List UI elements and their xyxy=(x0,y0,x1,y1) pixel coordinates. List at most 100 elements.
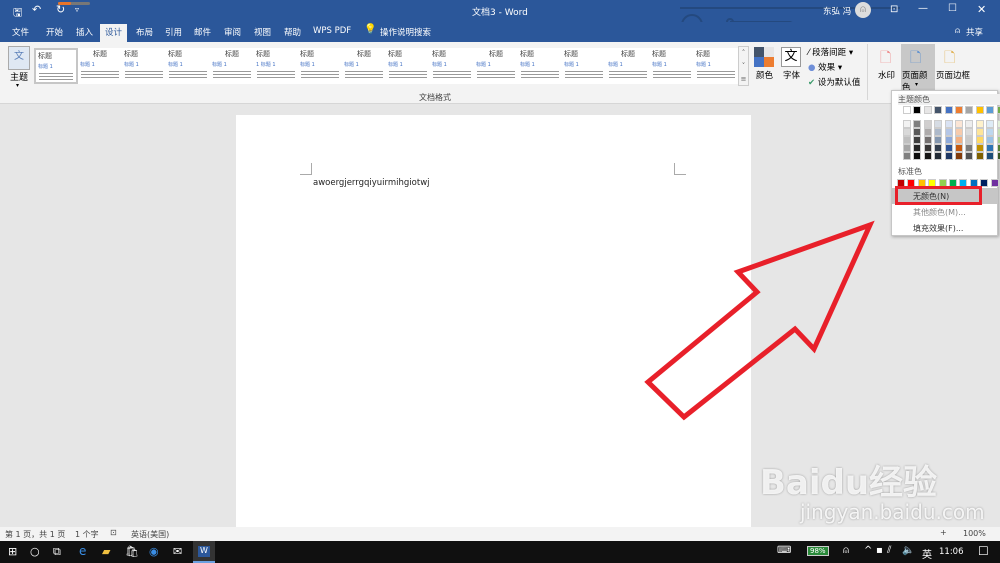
chevron-up-icon[interactable]: ^ xyxy=(864,545,872,556)
theme-shade-swatch[interactable] xyxy=(913,120,922,128)
style-set-thumbnail[interactable]: 标题 标题 1 xyxy=(34,48,78,84)
theme-shade-swatch[interactable] xyxy=(986,136,995,144)
page-color-button[interactable]: 🗋 页面颜色 ▾ xyxy=(901,44,935,93)
theme-shade-swatch[interactable] xyxy=(903,128,911,136)
theme-shade-swatch[interactable] xyxy=(996,128,1000,136)
theme-shade-swatch[interactable] xyxy=(903,120,911,128)
notifications-icon[interactable]: ☐ xyxy=(978,544,989,558)
theme-shade-swatch[interactable] xyxy=(996,152,1000,160)
theme-shade-swatch[interactable] xyxy=(913,152,922,160)
colors-button[interactable]: 颜色 xyxy=(756,69,773,81)
paragraph-spacing-button[interactable]: ⁄ 段落间距 ▾ xyxy=(808,46,853,58)
fill-effects-item[interactable]: 填充效果(F)... xyxy=(892,220,997,236)
theme-shade-swatch[interactable] xyxy=(965,136,974,144)
theme-color-swatch[interactable] xyxy=(996,106,1000,114)
theme-shade-swatch[interactable] xyxy=(934,144,943,152)
theme-shade-swatch[interactable] xyxy=(965,152,974,160)
theme-shade-swatch[interactable] xyxy=(923,144,932,152)
set-default-button[interactable]: ✔ 设为默认值 xyxy=(808,76,860,88)
network-icon[interactable]: ▪ xyxy=(876,545,883,556)
style-set-thumbnail[interactable]: 标题 标题 1 xyxy=(694,48,738,84)
theme-shade-swatch[interactable] xyxy=(903,136,911,144)
theme-shade-swatch[interactable] xyxy=(975,136,984,144)
mail-icon[interactable]: ✉ xyxy=(173,545,182,558)
theme-shade-swatch[interactable] xyxy=(975,144,984,152)
theme-shade-swatch[interactable] xyxy=(913,128,922,136)
theme-shade-swatch[interactable] xyxy=(923,120,932,128)
theme-shade-swatch[interactable] xyxy=(955,152,963,160)
style-set-thumbnail[interactable]: 标题 标题 1 xyxy=(430,48,474,84)
theme-shade-swatch[interactable] xyxy=(975,120,984,128)
style-set-thumbnail[interactable]: 标题 标题 1 xyxy=(210,48,254,84)
fonts-button[interactable]: 字体 xyxy=(783,69,800,81)
tab-mailings[interactable]: 邮件 xyxy=(194,26,211,38)
windows-start-icon[interactable]: ⊞ xyxy=(8,545,17,558)
style-set-thumbnail[interactable]: 标题 标题 1 xyxy=(78,48,122,84)
theme-color-swatch[interactable] xyxy=(986,106,995,114)
gallery-scroll[interactable]: ˄ ˅ ≡ xyxy=(738,46,749,86)
document-text[interactable]: awoergjerrgqiyuirmihgiotwj xyxy=(313,178,430,188)
style-set-thumbnail[interactable]: 标题 标题 1 xyxy=(562,48,606,84)
keyboard-icon[interactable]: ⌨ xyxy=(777,545,791,556)
page-count[interactable]: 第 1 页，共 1 页 xyxy=(5,529,65,540)
theme-shade-swatch[interactable] xyxy=(903,144,911,152)
theme-shade-swatch[interactable] xyxy=(986,144,995,152)
theme-shade-swatch[interactable] xyxy=(934,152,943,160)
tab-design[interactable]: 设计 xyxy=(100,24,128,42)
proofing-icon[interactable]: ⊡ xyxy=(110,528,117,537)
theme-shade-swatch[interactable] xyxy=(923,136,932,144)
theme-shade-swatch[interactable] xyxy=(944,136,953,144)
tab-review[interactable]: 审阅 xyxy=(224,26,241,38)
tab-references[interactable]: 引用 xyxy=(165,26,182,38)
theme-shade-swatch[interactable] xyxy=(955,120,963,128)
page-borders-button[interactable]: 页面边框 xyxy=(936,69,970,81)
avatar[interactable]: ⍝ xyxy=(855,2,871,18)
theme-shade-swatch[interactable] xyxy=(975,152,984,160)
file-explorer-icon[interactable]: ▰ xyxy=(102,545,110,558)
theme-shade-swatch[interactable] xyxy=(913,144,922,152)
theme-shade-swatch[interactable] xyxy=(965,120,974,128)
share-button[interactable]: 共享 xyxy=(966,26,983,38)
theme-shade-swatch[interactable] xyxy=(955,144,963,152)
tell-me-search[interactable]: 操作说明搜索 xyxy=(380,26,431,38)
user-name[interactable]: 东弘 冯 xyxy=(823,5,851,17)
tab-view[interactable]: 视图 xyxy=(254,26,271,38)
close-button[interactable]: ✕ xyxy=(977,3,986,16)
theme-shade-swatch[interactable] xyxy=(965,144,974,152)
customize-toolbar-icon[interactable]: ▿ xyxy=(75,5,79,14)
store-icon[interactable]: 🛍 xyxy=(125,545,139,558)
word-count[interactable]: 1 个字 xyxy=(75,529,99,540)
task-view-icon[interactable]: ⧉ xyxy=(53,545,61,559)
theme-shade-swatch[interactable] xyxy=(986,120,995,128)
style-set-thumbnail[interactable]: 标题 标题 1 xyxy=(606,48,650,84)
theme-shade-swatch[interactable] xyxy=(944,152,953,160)
theme-shade-swatch[interactable] xyxy=(986,128,995,136)
theme-shade-swatch[interactable] xyxy=(923,128,932,136)
zoom-level[interactable]: 100% xyxy=(963,529,986,538)
more-colors-item[interactable]: 其他颜色(M)... xyxy=(892,204,997,220)
ime-indicator[interactable]: 英 xyxy=(922,546,932,561)
style-set-thumbnail[interactable]: 标题 标题 1 xyxy=(474,48,518,84)
theme-color-swatch[interactable] xyxy=(923,106,932,114)
theme-shade-swatch[interactable] xyxy=(934,136,943,144)
zoom-in-button[interactable]: + xyxy=(940,528,947,537)
theme-color-swatch[interactable] xyxy=(903,106,911,114)
theme-shade-swatch[interactable] xyxy=(923,152,932,160)
volume-icon[interactable]: 🔈 xyxy=(902,545,914,556)
theme-shade-swatch[interactable] xyxy=(944,144,953,152)
style-set-thumbnail[interactable]: 标题 标题 1 xyxy=(518,48,562,84)
theme-shade-swatch[interactable] xyxy=(955,136,963,144)
wifi-icon[interactable]: ⫽ xyxy=(887,545,891,556)
maximize-button[interactable]: ☐ xyxy=(948,3,957,14)
people-icon[interactable]: ⍝ xyxy=(843,545,849,556)
theme-shade-swatch[interactable] xyxy=(996,144,1000,152)
clock-app-icon[interactable]: ◉ xyxy=(149,545,159,558)
style-set-thumbnail[interactable]: 标题 标题 1 xyxy=(342,48,386,84)
theme-shade-swatch[interactable] xyxy=(975,128,984,136)
document-page[interactable]: awoergjerrgqiyuirmihgiotwj xyxy=(236,115,751,527)
theme-icon[interactable]: 文 xyxy=(8,46,30,70)
theme-shade-swatch[interactable] xyxy=(934,128,943,136)
watermark-button[interactable]: 水印 xyxy=(878,69,895,81)
word-taskbar-button[interactable]: W xyxy=(193,541,215,563)
theme-shade-swatch[interactable] xyxy=(944,120,953,128)
